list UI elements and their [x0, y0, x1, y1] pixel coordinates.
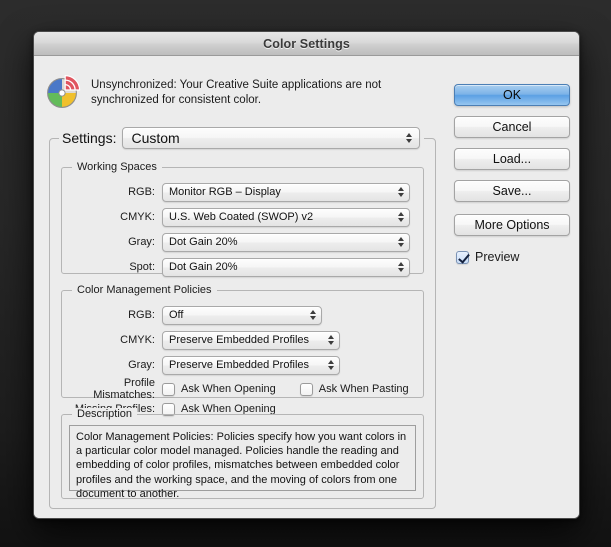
- desktop-background: Color Settings Unsynchronized: Your Crea…: [0, 0, 611, 547]
- profile-mismatches-ask-when-opening[interactable]: Ask When Opening: [162, 382, 276, 396]
- working-rgb-label: RGB:: [128, 186, 155, 198]
- dialog-titlebar[interactable]: Color Settings: [34, 32, 579, 56]
- checkbox-checked-icon: [456, 250, 469, 264]
- chevron-updown-icon: [394, 234, 407, 251]
- settings-preset-value: Custom: [131, 130, 180, 146]
- working-spaces-row-spot: Spot: Dot Gain 20%: [62, 257, 423, 277]
- chevron-updown-icon: [324, 357, 337, 374]
- profile-mismatches-row: Profile Mismatches: Ask When Opening Ask…: [62, 377, 423, 401]
- preview-label: Preview: [475, 250, 520, 264]
- ok-button[interactable]: OK: [454, 84, 570, 106]
- save-button[interactable]: Save...: [454, 180, 570, 202]
- color-wheel-unsynchronized-icon: [44, 74, 82, 112]
- more-options-button[interactable]: More Options: [454, 214, 570, 236]
- chevron-updown-icon: [394, 259, 407, 276]
- preview-checkbox[interactable]: Preview: [456, 250, 519, 264]
- checkbox-label: Ask When Pasting: [318, 383, 409, 395]
- settings-label: Settings:: [62, 130, 117, 146]
- working-spaces-row-gray: Gray: Dot Gain 20%: [62, 232, 423, 252]
- working-spot-value: Dot Gain 20%: [169, 261, 238, 273]
- working-cmyk-dropdown[interactable]: U.S. Web Coated (SWOP) v2: [162, 207, 410, 227]
- profile-mismatches-label: Profile Mismatches:: [93, 377, 155, 401]
- color-settings-dialog: Color Settings Unsynchronized: Your Crea…: [33, 31, 580, 519]
- working-cmyk-value: U.S. Web Coated (SWOP) v2: [169, 211, 314, 223]
- working-spot-dropdown[interactable]: Dot Gain 20%: [162, 257, 410, 277]
- working-spaces-group: Working Spaces RGB: Monitor RGB – Displa…: [61, 161, 424, 277]
- working-rgb-dropdown[interactable]: Monitor RGB – Display: [162, 182, 410, 202]
- description-group: Description Color Management Policies: P…: [61, 408, 424, 500]
- working-spaces-row-rgb: RGB: Monitor RGB – Display: [62, 182, 423, 202]
- working-gray-value: Dot Gain 20%: [169, 236, 238, 248]
- unsynchronized-warning: Unsynchronized: Your Creative Suite appl…: [43, 74, 463, 112]
- working-spaces-legend: Working Spaces: [72, 161, 162, 173]
- chevron-updown-icon: [324, 332, 337, 349]
- working-spaces-row-cmyk: CMYK: U.S. Web Coated (SWOP) v2: [62, 207, 423, 227]
- chevron-updown-icon: [394, 209, 407, 226]
- policies-rgb-value: Off: [169, 309, 184, 321]
- chevron-updown-icon: [306, 307, 319, 324]
- policies-gray-dropdown[interactable]: Preserve Embedded Profiles: [162, 355, 340, 375]
- description-box: Color Management Policies: Policies spec…: [69, 425, 416, 500]
- warning-message: Unsynchronized: Your Creative Suite appl…: [91, 78, 381, 108]
- color-management-policies-group: Color Management Policies RGB: Off CMYK:…: [61, 284, 424, 416]
- checkbox-icon: [162, 382, 175, 396]
- settings-preset-dropdown[interactable]: Custom: [122, 127, 421, 149]
- policies-legend: Color Management Policies: [72, 284, 217, 296]
- description-text: Color Management Policies: Policies spec…: [76, 431, 407, 500]
- load-button[interactable]: Load...: [454, 148, 570, 170]
- policies-gray-value: Preserve Embedded Profiles: [169, 359, 310, 371]
- policies-gray-label: Gray:: [128, 359, 155, 371]
- warning-line-2: synchronized for consistent color.: [91, 94, 262, 106]
- working-gray-label: Gray:: [128, 236, 155, 248]
- working-gray-dropdown[interactable]: Dot Gain 20%: [162, 232, 410, 252]
- settings-legend: Settings: Custom: [59, 127, 425, 149]
- chevron-updown-icon: [402, 128, 415, 148]
- chevron-updown-icon: [394, 184, 407, 201]
- policies-cmyk-label: CMYK:: [120, 334, 155, 346]
- checkbox-icon: [299, 382, 313, 396]
- policies-cmyk-dropdown[interactable]: Preserve Embedded Profiles: [162, 330, 340, 350]
- dialog-body: Unsynchronized: Your Creative Suite appl…: [34, 56, 579, 518]
- policies-rgb-label: RGB:: [128, 309, 155, 321]
- working-cmyk-label: CMYK:: [120, 211, 155, 223]
- settings-group: Settings: Custom Working Spaces RGB: Mon…: [49, 127, 436, 509]
- policies-row-cmyk: CMYK: Preserve Embedded Profiles: [62, 330, 423, 350]
- cancel-button[interactable]: Cancel: [454, 116, 570, 138]
- working-spot-label: Spot:: [129, 261, 155, 273]
- policies-row-gray: Gray: Preserve Embedded Profiles: [62, 355, 423, 375]
- profile-mismatches-ask-when-pasting[interactable]: Ask When Pasting: [299, 382, 409, 396]
- policies-rgb-dropdown[interactable]: Off: [162, 305, 322, 325]
- description-legend: Description: [72, 408, 138, 420]
- dialog-title: Color Settings: [263, 36, 350, 51]
- dialog-button-column: OK Cancel Load... Save... More Options P…: [454, 84, 570, 269]
- checkbox-label: Ask When Opening: [181, 383, 276, 395]
- policies-cmyk-value: Preserve Embedded Profiles: [169, 334, 310, 346]
- working-rgb-value: Monitor RGB – Display: [169, 186, 281, 198]
- policies-row-rgb: RGB: Off: [62, 305, 423, 325]
- warning-line-1: Unsynchronized: Your Creative Suite appl…: [91, 79, 382, 91]
